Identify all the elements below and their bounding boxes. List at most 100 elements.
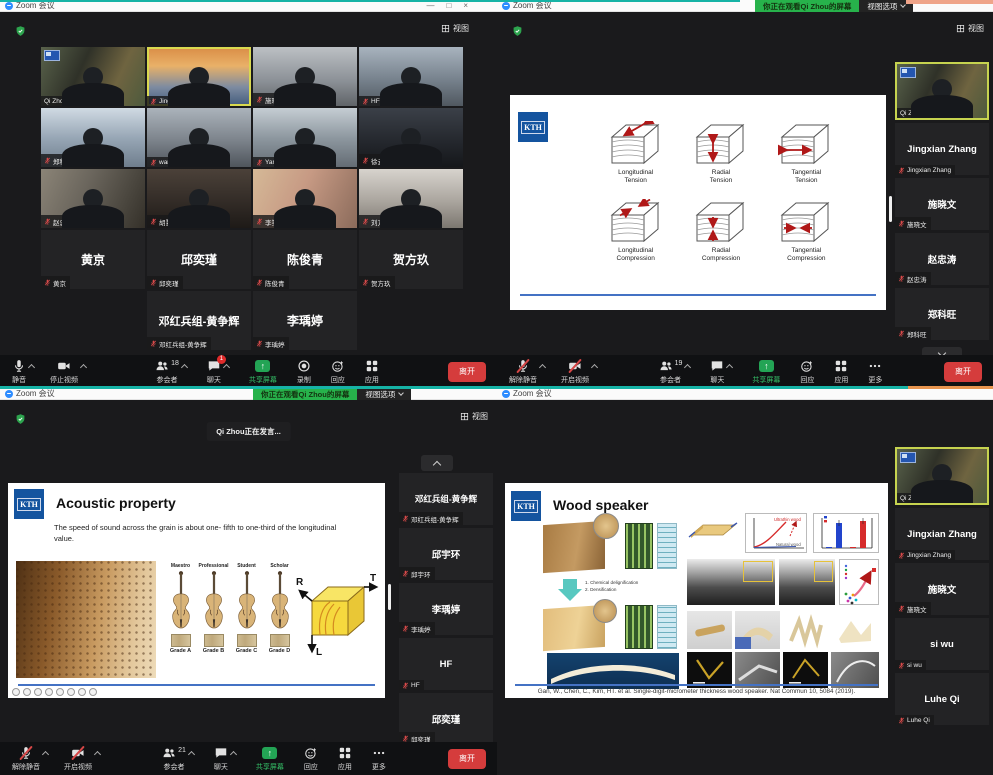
unmute-button[interactable]: 解除静音 [12, 746, 40, 772]
scrollbar-thumb[interactable] [388, 584, 391, 610]
video-tile[interactable]: 郑科旺 [41, 108, 145, 167]
video-tile[interactable]: HF [359, 47, 463, 106]
audio-tile[interactable]: 施晓文 施晓文 [895, 178, 989, 230]
audio-tile[interactable]: 施晓文 施晓文 [895, 563, 989, 615]
maximize-button[interactable]: □ [446, 1, 451, 10]
start-video-button[interactable]: 开启视频 [561, 359, 589, 385]
video-tile[interactable]: 赵忠涛 [41, 169, 145, 228]
stop-video-button[interactable]: 停止视频 [50, 359, 78, 385]
video-tile[interactable]: Yang Chen [253, 108, 357, 167]
audio-tile[interactable]: Jingxian Zhang Jingxian Zhang [895, 123, 989, 175]
audio-tile[interactable]: 邓红兵组-黄争辉 邓红兵组-黄争辉 [147, 291, 251, 350]
video-tile[interactable]: Qi Zhou [895, 62, 989, 120]
view-button[interactable]: 视图 [956, 23, 984, 34]
record-button[interactable]: 录制 [297, 359, 311, 385]
mute-options-caret[interactable] [42, 750, 49, 757]
annotation-tool-button[interactable] [67, 688, 75, 696]
chat-caret[interactable] [223, 363, 230, 370]
audio-tile[interactable]: 邱奕瑾 邱奕瑾 [399, 693, 493, 745]
film-diagram [687, 517, 739, 545]
video-tile[interactable]: 胡慧 [147, 169, 251, 228]
annotation-tool-button[interactable] [34, 688, 42, 696]
aligned-fibers-figure [625, 605, 653, 649]
leave-button[interactable]: 离开 [944, 362, 982, 382]
audio-tile[interactable]: 黄京 黄京 [41, 230, 145, 289]
mute-button[interactable]: 静音 [12, 359, 26, 385]
video-tile[interactable]: Jingxian Zhang [147, 47, 251, 106]
mute-options-caret[interactable] [539, 363, 546, 370]
share-screen-button[interactable]: ↑ 共享屏幕 [752, 359, 780, 385]
audio-tile[interactable]: HF HF [399, 638, 493, 690]
video-tile[interactable]: 李笑阳 [253, 169, 357, 228]
leave-button[interactable]: 离开 [448, 749, 486, 769]
annotation-tool-button[interactable] [78, 688, 86, 696]
audio-tile[interactable]: 赵忠涛 赵忠涛 [895, 233, 989, 285]
video-tile[interactable]: 徐云程 [359, 108, 463, 167]
security-shield-icon[interactable] [15, 413, 26, 425]
video-tile[interactable]: Qi Zhou [41, 47, 145, 106]
reactions-button[interactable]: 回应 [304, 746, 318, 772]
unmute-button[interactable]: 解除静音 [509, 359, 537, 385]
meeting-area: KTH Wood speaker 1. Chemical delignifica… [497, 400, 993, 775]
chat-button[interactable]: 聊天 [710, 359, 724, 385]
video-tile[interactable]: wang manya [147, 108, 251, 167]
start-video-button[interactable]: 开启视频 [64, 746, 92, 772]
more-button[interactable]: 更多 [868, 359, 882, 385]
mute-options-caret[interactable] [28, 363, 35, 370]
annotation-tool-button[interactable] [56, 688, 64, 696]
audio-tile[interactable]: 邓红兵组-黄争辉 邓红兵组-黄争辉 [399, 473, 493, 525]
audio-tile[interactable]: si wu si wu [895, 618, 989, 670]
muted-mic-icon [256, 96, 263, 103]
mini-share-preview [44, 50, 60, 61]
view-button[interactable]: 视图 [460, 411, 488, 422]
participant-label: 邱奕瑾 [147, 276, 183, 289]
reactions-button[interactable]: 回应 [800, 359, 814, 385]
audio-tile[interactable]: 邱宇环 邱宇环 [399, 528, 493, 580]
apps-button[interactable]: 应用 [834, 359, 848, 385]
annotation-tool-button[interactable] [12, 688, 20, 696]
audio-tile[interactable]: 郑科旺 郑科旺 [895, 288, 989, 340]
audio-tile[interactable]: 李瑀婷 李瑀婷 [253, 291, 357, 350]
audio-tile[interactable]: 陈俊青 陈俊青 [253, 230, 357, 289]
chat-caret[interactable] [726, 363, 733, 370]
participants-caret[interactable] [684, 363, 691, 370]
leave-button[interactable]: 离开 [448, 362, 486, 382]
minimize-button[interactable]: — [426, 1, 434, 10]
sidebar-expand-button[interactable] [421, 455, 453, 471]
chat-caret[interactable] [230, 750, 237, 757]
participants-caret[interactable] [188, 750, 195, 757]
audio-tile[interactable]: Jingxian Zhang Jingxian Zhang [895, 508, 989, 560]
chat-button[interactable]: 1 聊天 [207, 359, 221, 385]
security-shield-icon[interactable] [15, 25, 26, 37]
video-tile[interactable]: 刘方恬 [359, 169, 463, 228]
annotation-tool-button[interactable] [89, 688, 97, 696]
participants-caret[interactable] [181, 363, 188, 370]
view-button[interactable]: 视图 [441, 23, 469, 34]
apps-button[interactable]: 应用 [338, 746, 352, 772]
scrollbar-thumb[interactable] [889, 196, 892, 222]
participants-button[interactable]: 18 参会者 [155, 359, 179, 385]
annotation-tool-button[interactable] [23, 688, 31, 696]
violin-illustration [168, 570, 194, 632]
share-screen-button[interactable]: ↑ 共享屏幕 [256, 746, 284, 772]
audio-tile[interactable]: 李瑀婷 李瑀婷 [399, 583, 493, 635]
close-button[interactable]: × [463, 1, 468, 10]
participants-button[interactable]: 19 参会者 [659, 359, 683, 385]
chat-button[interactable]: 聊天 [214, 746, 228, 772]
camera-off-icon [568, 359, 582, 373]
audio-tile[interactable]: Luhe Qi Luhe Qi [895, 673, 989, 725]
apps-button[interactable]: 应用 [365, 359, 379, 385]
video-tile[interactable]: 施晓文 [253, 47, 357, 106]
video-tile[interactable]: Qi Zhou [895, 447, 989, 505]
audio-tile[interactable]: 邱奕瑾 邱奕瑾 [147, 230, 251, 289]
security-shield-icon[interactable] [512, 25, 523, 37]
participant-label: 施晓文 [895, 602, 931, 615]
annotation-tool-button[interactable] [45, 688, 53, 696]
share-screen-button[interactable]: ↑ 共享屏幕 [249, 359, 277, 385]
audio-tile[interactable]: 贺方玖 贺方玖 [359, 230, 463, 289]
more-button[interactable]: 更多 [372, 746, 386, 772]
reactions-button[interactable]: 回应 [331, 359, 345, 385]
participant-label: 贺方玖 [359, 276, 395, 289]
view-options-button[interactable]: 视图选项 [357, 388, 411, 400]
participants-button[interactable]: 21 参会者 [162, 746, 186, 772]
